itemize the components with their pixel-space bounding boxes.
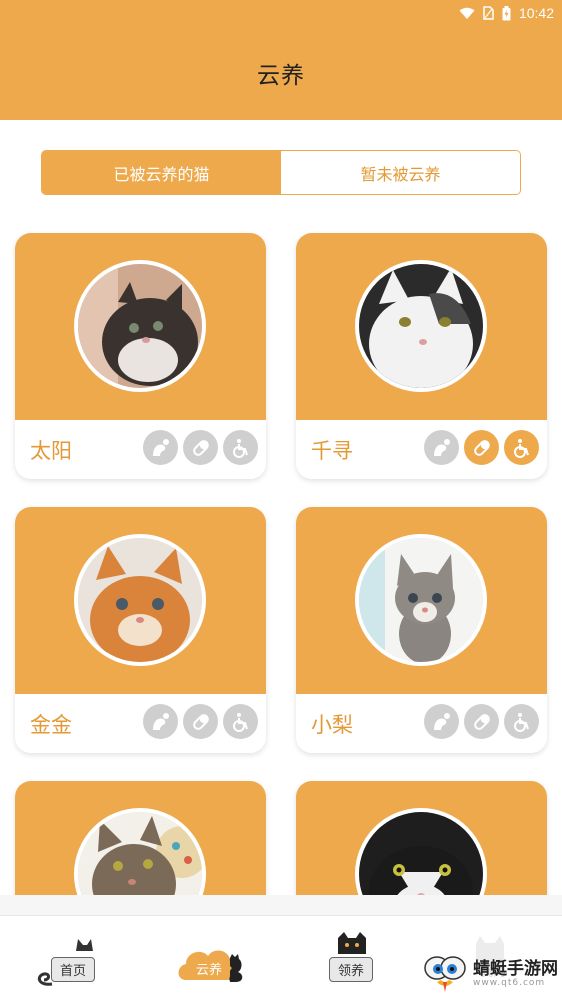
cat-card[interactable]: 金金 [15,507,266,753]
status-time: 10:42 [518,5,554,21]
cat-photo [74,260,206,392]
cat-name: 太阳 [30,439,72,463]
watermark: 蜻蜓手游网 www.qt6.com [423,952,558,996]
wheelchair-icon [504,704,539,739]
sterilized-icon [143,430,178,465]
page-title: 云养 [257,63,305,89]
pill-icon [464,430,499,465]
cat-card[interactable] [296,781,547,895]
cat-name: 千寻 [311,439,353,463]
sterilized-icon [143,704,178,739]
dragonfly-logo-icon [423,952,469,996]
card-header [15,507,266,694]
sterilized-icon [424,430,459,465]
tab-adopted-cats[interactable]: 已被云养的猫 [42,151,281,194]
tab-adopt[interactable]: 领养 [306,928,396,990]
tab-label: 首页 [50,957,96,982]
cat-card[interactable]: 小梨 [296,507,547,753]
cat-photo [74,534,206,666]
card-header [15,233,266,420]
card-footer: 千寻 [296,420,547,479]
status-bar: 10:42 [459,2,554,24]
pill-icon [464,704,499,739]
cat-face-icon [336,932,368,958]
bottom-tab-bar: 首页 云养 领养 我的 蜻蜓手游网 www.qt6.com [0,915,562,1000]
tab-label: 领养 [328,957,374,982]
status-badges [143,704,258,739]
cat-photo [355,534,487,666]
card-header [296,507,547,694]
wheelchair-icon [223,430,258,465]
tab-not-adopted-cats[interactable]: 暂未被云养 [281,151,520,194]
watermark-title: 蜻蜓手游网 [473,959,558,979]
pill-icon [183,704,218,739]
card-header [296,781,547,895]
cat-card[interactable]: 太阳 [15,233,266,479]
tab-cloud-adopt[interactable]: 云养 [164,928,254,990]
cat-photo [74,808,206,895]
header: 10:42 云养 [0,0,562,120]
wifi-icon [459,7,475,20]
cat-name: 小梨 [311,713,353,737]
cat-photo [355,808,487,895]
wheelchair-icon [223,704,258,739]
wheelchair-icon [504,430,539,465]
status-badges [424,704,539,739]
watermark-url: www.qt6.com [473,978,546,988]
cat-list[interactable]: 已被云养的猫 暂未被云养 太阳 千寻 金金 小梨 [0,120,562,895]
battery-icon [502,5,511,21]
tab-label: 云养 [187,957,231,980]
sim-icon [483,6,494,20]
cat-photo [355,260,487,392]
pill-icon [183,430,218,465]
cat-name: 金金 [30,713,72,737]
card-footer: 小梨 [296,694,547,753]
status-badges [143,430,258,465]
card-footer: 太阳 [15,420,266,479]
card-footer: 金金 [15,694,266,753]
cat-card[interactable]: 千寻 [296,233,547,479]
segmented-control: 已被云养的猫 暂未被云养 [41,150,521,195]
tab-home[interactable]: 首页 [28,928,118,990]
card-header [15,781,266,895]
card-header [296,233,547,420]
sterilized-icon [424,704,459,739]
status-badges [424,430,539,465]
cat-card[interactable] [15,781,266,895]
cat-ears-icon [74,936,94,955]
